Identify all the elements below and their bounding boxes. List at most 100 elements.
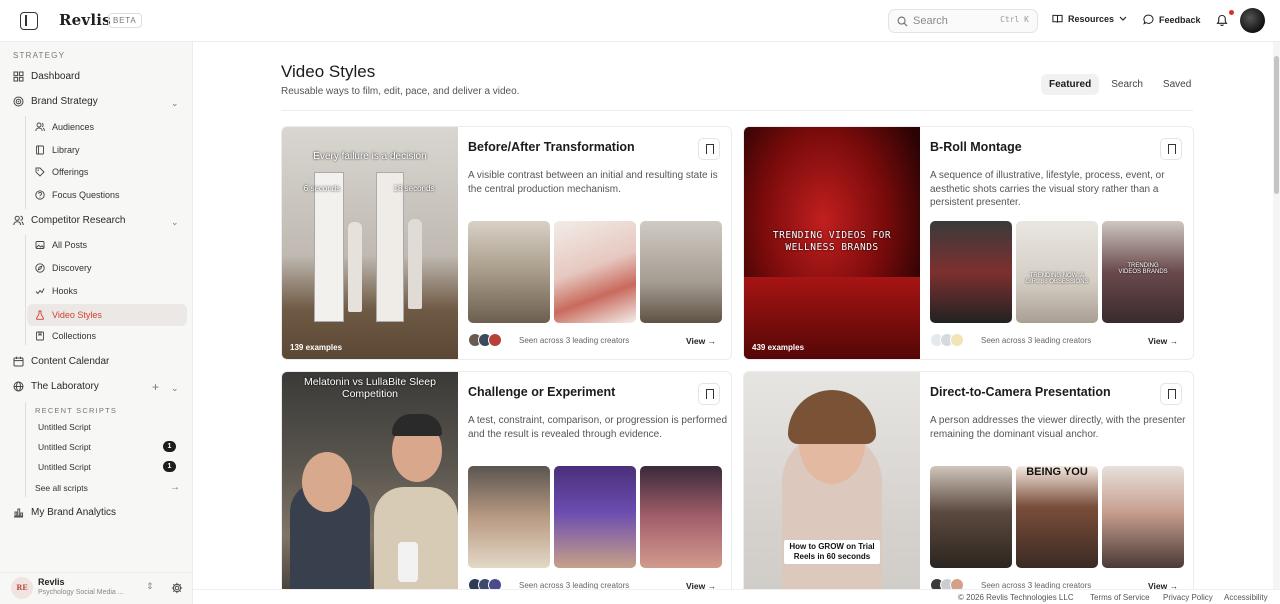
style-card[interactable]: Every failure is a decision 6 seconds 18… bbox=[281, 126, 732, 360]
tree-line bbox=[25, 402, 26, 497]
view-button[interactable]: View → bbox=[1148, 336, 1178, 346]
hero-caption-right: 18 seconds bbox=[393, 184, 435, 193]
tab-search[interactable]: Search bbox=[1103, 74, 1151, 95]
page-description: Reusable ways to film, edit, pace, and d… bbox=[281, 86, 520, 97]
nav-hooks[interactable]: Hooks bbox=[35, 286, 78, 296]
example-thumbnail[interactable] bbox=[640, 221, 722, 323]
sub-label: Offerings bbox=[52, 167, 89, 177]
view-label: View bbox=[1148, 336, 1168, 346]
hero-image[interactable]: How to GROW on Trial Reels in 60 seconds bbox=[744, 372, 920, 604]
bookmark-icon[interactable] bbox=[698, 138, 720, 160]
chevron-down-icon[interactable]: ⌄ bbox=[171, 217, 179, 228]
arrow-right-icon: → bbox=[707, 336, 717, 346]
hero-caption: Every failure is a decision bbox=[313, 151, 427, 162]
examples-count: 139 examples bbox=[290, 343, 343, 352]
scrollbar[interactable] bbox=[1273, 42, 1280, 589]
tab-featured[interactable]: Featured bbox=[1041, 74, 1100, 95]
nav-laboratory[interactable]: The Laboratory bbox=[13, 381, 99, 392]
nav-brand-strategy[interactable]: Brand Strategy bbox=[13, 96, 98, 107]
script-item[interactable]: Untitled Script bbox=[38, 462, 91, 472]
privacy-link[interactable]: Privacy Policy bbox=[1163, 593, 1213, 602]
chevron-down-icon bbox=[1119, 16, 1127, 21]
nav-offerings[interactable]: Offerings bbox=[35, 167, 88, 177]
script-item[interactable]: Untitled Script bbox=[38, 442, 91, 452]
style-card[interactable]: Melatonin vs LullaBite Sleep Competition… bbox=[281, 371, 732, 604]
nav-competitor-research[interactable]: Competitor Research bbox=[13, 215, 125, 226]
example-thumbnail[interactable]: TRENDING VIDEOS BRANDS bbox=[1102, 221, 1184, 323]
app-logo[interactable]: Revlis bbox=[59, 11, 111, 29]
example-thumbnail[interactable] bbox=[554, 466, 636, 568]
gear-icon[interactable] bbox=[171, 582, 183, 594]
beta-badge: BETA bbox=[108, 13, 142, 28]
example-thumbnail[interactable] bbox=[640, 466, 722, 568]
accessibility-link[interactable]: Accessibility bbox=[1224, 593, 1268, 602]
arrow-right-icon[interactable]: → bbox=[170, 482, 180, 493]
hero-caption: Melatonin vs LullaBite Sleep Competition bbox=[304, 376, 436, 400]
book-icon bbox=[36, 145, 44, 155]
resources-menu[interactable]: Resources bbox=[1052, 14, 1127, 24]
example-thumbnail[interactable] bbox=[468, 221, 550, 323]
user-avatar[interactable] bbox=[1240, 8, 1265, 33]
example-thumbnail[interactable]: BEING YOU bbox=[1016, 466, 1098, 568]
script-item[interactable]: Untitled Script bbox=[38, 422, 91, 432]
bookmark-icon[interactable] bbox=[1160, 383, 1182, 405]
nav-audiences[interactable]: Audiences bbox=[35, 122, 94, 132]
nav-library[interactable]: Library bbox=[35, 145, 80, 155]
profile-switcher[interactable]: RE Revlis Psychology Social Media ... ⇕ bbox=[0, 572, 193, 604]
search-icon bbox=[897, 16, 908, 27]
feedback-button[interactable]: Feedback bbox=[1143, 14, 1201, 25]
profile-avatar: RE bbox=[11, 577, 33, 599]
recent-scripts-label: RECENT SCRIPTS bbox=[35, 406, 118, 415]
hero-image[interactable]: TRENDING VIDEOS FOR WELLNESS BRANDS 439 … bbox=[744, 127, 920, 359]
script-badge: 1 bbox=[163, 461, 176, 472]
sub-label: Collections bbox=[52, 331, 97, 341]
hook-icon bbox=[35, 288, 45, 295]
example-thumbnail[interactable] bbox=[1102, 466, 1184, 568]
tab-saved[interactable]: Saved bbox=[1155, 74, 1199, 95]
example-thumbnail[interactable] bbox=[468, 466, 550, 568]
hero-image[interactable]: Every failure is a decision 6 seconds 18… bbox=[282, 127, 458, 359]
plus-icon[interactable]: + bbox=[152, 380, 159, 394]
footer: © 2026 Revlis Technologies LLC Terms of … bbox=[193, 589, 1280, 604]
nav-discovery[interactable]: Discovery bbox=[35, 263, 92, 273]
bookmark-icon[interactable] bbox=[698, 383, 720, 405]
example-thumbnail[interactable]: TRENDING NOW: A GIRL 88 OBSESSIONS bbox=[1016, 221, 1098, 323]
nav-brand-analytics[interactable]: My Brand Analytics bbox=[13, 507, 116, 518]
sidebar-toggle-icon[interactable] bbox=[20, 12, 38, 30]
style-card[interactable]: TRENDING VIDEOS FOR WELLNESS BRANDS 439 … bbox=[743, 126, 1194, 360]
sub-label: Audiences bbox=[52, 122, 95, 132]
hero-caption: TRENDING VIDEOS FOR WELLNESS BRANDS bbox=[772, 230, 892, 253]
page-title: Video Styles bbox=[281, 62, 376, 81]
example-thumbnail[interactable] bbox=[930, 466, 1012, 568]
users-icon bbox=[13, 215, 24, 226]
style-card[interactable]: How to GROW on Trial Reels in 60 seconds… bbox=[743, 371, 1194, 604]
scrollbar-thumb[interactable] bbox=[1274, 56, 1279, 194]
creator-avatars bbox=[930, 333, 964, 347]
nav-focus-questions[interactable]: Focus Questions bbox=[35, 190, 120, 200]
chevron-down-icon[interactable]: ⌄ bbox=[171, 98, 179, 109]
search-input[interactable]: Search Ctrl K bbox=[888, 9, 1038, 33]
nav-all-posts[interactable]: All Posts bbox=[35, 240, 87, 250]
nav-dashboard[interactable]: Dashboard bbox=[13, 71, 80, 82]
target-icon bbox=[13, 96, 24, 107]
bell-icon[interactable] bbox=[1216, 14, 1228, 27]
view-button[interactable]: View → bbox=[686, 336, 716, 346]
tree-line bbox=[25, 235, 26, 345]
card-title: Challenge or Experiment bbox=[468, 385, 616, 399]
bookmark-icon[interactable] bbox=[1160, 138, 1182, 160]
example-thumbnail[interactable] bbox=[930, 221, 1012, 323]
section-label: STRATEGY bbox=[13, 51, 66, 60]
search-shortcut: Ctrl K bbox=[1000, 15, 1029, 24]
top-bar: Revlis BETA Search Ctrl K Resources Feed… bbox=[0, 0, 1280, 42]
terms-link[interactable]: Terms of Service bbox=[1090, 593, 1150, 602]
nav-collections[interactable]: Collections bbox=[35, 331, 96, 341]
see-all-scripts-link[interactable]: See all scripts bbox=[35, 483, 88, 493]
card-description: A test, constraint, comparison, or progr… bbox=[468, 415, 728, 440]
example-thumbnail[interactable] bbox=[554, 221, 636, 323]
chevron-down-icon[interactable]: ⌄ bbox=[171, 383, 179, 394]
chevron-updown-icon[interactable]: ⇕ bbox=[146, 581, 154, 592]
hero-image[interactable]: Melatonin vs LullaBite Sleep Competition bbox=[282, 372, 458, 604]
tag-icon bbox=[35, 167, 45, 177]
nav-content-calendar[interactable]: Content Calendar bbox=[13, 356, 109, 367]
nav-video-styles[interactable]: Video Styles bbox=[27, 304, 187, 326]
